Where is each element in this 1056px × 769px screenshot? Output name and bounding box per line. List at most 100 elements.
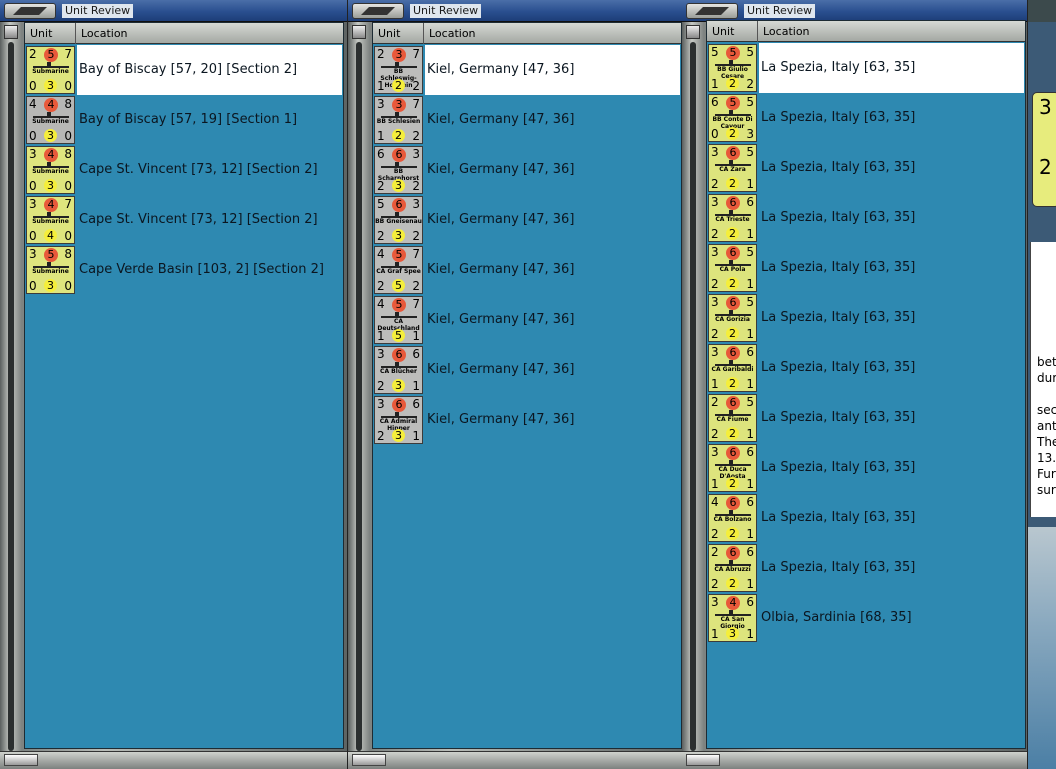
card-top-value: 3	[1039, 95, 1052, 119]
scroll-track[interactable]	[356, 42, 362, 751]
counter-top-right-value: 6	[746, 195, 754, 209]
counter-top-left-value: 4	[711, 495, 719, 509]
unit-row[interactable]: 2 6 5 CA Fiume 2 2 1 La Spezia, Italy [63, 35]	[707, 393, 1025, 443]
column-header-unit[interactable]: Unit	[707, 21, 758, 42]
resize-grip[interactable]	[352, 754, 386, 766]
attack-value-badge: 5	[392, 298, 406, 312]
window-titlebar[interactable]: Unit Review	[348, 0, 685, 22]
counter-bottom-left-value: 0	[29, 179, 37, 193]
unit-row[interactable]: 237BB Schleswig-Holstein122Kiel, Germany…	[373, 45, 681, 95]
counter-top-left-value: 3	[711, 195, 719, 209]
unit-row[interactable]: 3 6 6 CA Garibaldi 1 2 1 La Spezia, Italy [63, …	[707, 343, 1025, 393]
unit-counter[interactable]: 3 6 6 CA Blücher 2 3 1	[374, 346, 423, 394]
unit-counter[interactable]: 2 5 7 Submarine 0 3 0	[26, 46, 75, 94]
counter-bottom-right-value: 1	[746, 177, 754, 191]
unit-row[interactable]: 4 5 7 CA Graf Spee 2 5 2 Kiel, Germany [47, 36]	[373, 245, 681, 295]
unit-counter[interactable]: 2 6 6 CA Abruzzi 2 2 1	[708, 544, 757, 592]
column-header-location[interactable]: Location	[424, 23, 681, 44]
counter-top-right-value: 6	[412, 347, 420, 361]
unit-row[interactable]: 3 3 7 BB Schlesien 1 2 2 Kiel, Germany [47, 36]	[373, 95, 681, 145]
unit-row[interactable]: 2 6 6 CA Abruzzi 2 2 1 La Spezia, Italy [63, 35…	[707, 543, 1025, 593]
unit-counter[interactable]: 3 4 8 Submarine 0 3 0	[26, 146, 75, 194]
unit-counter[interactable]: 2 6 5 CA Fiume 2 2 1	[708, 394, 757, 442]
window-titlebar[interactable]: Unit Review	[0, 0, 347, 22]
unit-counter[interactable]: 237BB Schleswig-Holstein122	[374, 46, 423, 94]
unit-row[interactable]: 3 6 5 CA Zara 2 2 1 La Spezia, Italy [63, 35]	[707, 143, 1025, 193]
unit-counter[interactable]: 3 3 7 BB Schlesien 1 2 2	[374, 96, 423, 144]
window-titlebar[interactable]: Unit Review	[682, 0, 1027, 22]
unit-name: CA Pola	[719, 266, 746, 273]
column-header-location[interactable]: Location	[758, 21, 1025, 42]
unit-row[interactable]: 4 6 6 CA Bolzano 2 2 1 La Spezia, Italy [63, 35…	[707, 493, 1025, 543]
unit-counter[interactable]: 4 5 7 CA Graf Spee 2 5 2	[374, 246, 423, 294]
scroll-up-button[interactable]	[686, 25, 700, 39]
unit-row[interactable]: 3 4 7 Submarine 0 4 0 Cape St. Vincent [73, 12]…	[25, 195, 343, 245]
column-header-unit[interactable]: Unit	[25, 23, 76, 44]
unit-card[interactable]: 3 2	[1032, 92, 1056, 207]
unit-counter[interactable]: 3 5 8 Submarine 0 3 0	[26, 246, 75, 294]
unit-row[interactable]: 3 6 6 CA Blücher 2 3 1 Kiel, Germany [47, 36]	[373, 345, 681, 395]
window-menu-icon[interactable]	[352, 3, 404, 19]
unit-location: La Spezia, Italy [63, 35]	[761, 460, 916, 475]
unit-counter[interactable]: 3 6 5 CA Zara 2 2 1	[708, 144, 757, 192]
counter-bottom-left-value: 2	[711, 327, 719, 341]
unit-counter[interactable]: 457CA Deutschland151	[374, 296, 423, 344]
unit-row[interactable]: 663BB Scharnhorst232 Kiel, Germany [47, 3…	[373, 145, 681, 195]
scroll-up-button[interactable]	[352, 25, 366, 39]
column-header-unit[interactable]: Unit	[373, 23, 424, 44]
window-menu-icon[interactable]	[4, 3, 56, 19]
counter-bottom-left-value: 0	[711, 127, 719, 141]
scrollbar[interactable]	[682, 22, 704, 757]
column-header-location[interactable]: Location	[76, 23, 343, 44]
unit-counter[interactable]: 3 6 6 CA Garibaldi 1 2 1	[708, 344, 757, 392]
counter-bottom-left-value: 2	[377, 379, 385, 393]
counter-bottom-right-value: 2	[412, 79, 420, 93]
counter-bottom-right-value: 0	[64, 229, 72, 243]
unit-row[interactable]: 2 5 7 Submarine 0 3 0 Bay of Biscay [57, 20] [S…	[25, 45, 343, 95]
counter-top-left-value: 5	[711, 45, 719, 59]
defense-value-badge: 3	[392, 179, 405, 192]
unit-row[interactable]: 3 4 8 Submarine 0 3 0 Cape St. Vincent [73, 12]…	[25, 145, 343, 195]
unit-counter[interactable]: 3 6 5 CA Pola 2 2 1	[708, 244, 757, 292]
unit-row[interactable]: 366CA Duca D'Aosta121 La Spezia, Italy [6…	[707, 443, 1025, 493]
unit-counter[interactable]: 366CA Admiral Hipper231	[374, 396, 423, 444]
unit-row[interactable]: 346CA San Giorgio131 Olbia, Sardinia [68,…	[707, 593, 1025, 643]
unit-row[interactable]: 3 5 8 Submarine 0 3 0 Cape Verde Basin [103, 2]…	[25, 245, 343, 295]
unit-row[interactable]: 3 6 5 CA Gorizia 2 2 1 La Spezia, Italy [63, 35…	[707, 293, 1025, 343]
unit-counter[interactable]: 655BB Conte Di Cavour023	[708, 94, 757, 142]
unit-counter[interactable]: 3 6 6 CA Trieste 2 2 1	[708, 194, 757, 242]
counter-bottom-left-value: 1	[711, 627, 719, 641]
unit-counter[interactable]: 3 4 7 Submarine 0 4 0	[26, 196, 75, 244]
unit-counter[interactable]: 663BB Scharnhorst232	[374, 146, 423, 194]
unit-row[interactable]: 4 4 8 Submarine 0 3 0 Bay of Biscay [57, 19] [S…	[25, 95, 343, 145]
counter-bottom-right-value: 1	[746, 427, 754, 441]
unit-review-window-3: Unit Review Unit Location 555BB Giulio C…	[682, 0, 1028, 769]
scroll-up-button[interactable]	[4, 25, 18, 39]
unit-counter[interactable]: 4 4 8 Submarine 0 3 0	[26, 96, 75, 144]
scrollbar[interactable]	[348, 22, 370, 757]
unit-counter[interactable]: 5 6 3 BB Gneisenau 2 3 2	[374, 196, 423, 244]
unit-row[interactable]: 3 6 5 CA Pola 2 2 1 La Spezia, Italy [63, 35]	[707, 243, 1025, 293]
unit-name: CA Zara	[719, 166, 746, 173]
unit-row[interactable]: 457CA Deutschland151 Kiel, Germany [47, 3…	[373, 295, 681, 345]
counter-bottom-left-value: 0	[29, 279, 37, 293]
unit-row[interactable]: 655BB Conte Di Cavour023 La Spezia, Italy…	[707, 93, 1025, 143]
unit-row[interactable]: 3 6 6 CA Trieste 2 2 1 La Spezia, Italy [63, 35…	[707, 193, 1025, 243]
resize-grip[interactable]	[686, 754, 720, 766]
counter-top-left-value: 2	[377, 47, 385, 61]
unit-counter[interactable]: 366CA Duca D'Aosta121	[708, 444, 757, 492]
scrollbar[interactable]	[0, 22, 22, 757]
unit-counter[interactable]: 555BB Giulio Cesare122	[708, 44, 757, 92]
unit-row[interactable]: 5 6 3 BB Gneisenau 2 3 2 Kiel, Germany [47, 36]	[373, 195, 681, 245]
scroll-track[interactable]	[690, 42, 696, 751]
unit-counter[interactable]: 3 6 5 CA Gorizia 2 2 1	[708, 294, 757, 342]
unit-counter[interactable]: 346CA San Giorgio131	[708, 594, 757, 642]
unit-review-window-2: Unit Review Unit Location 237BB Schleswi…	[348, 0, 686, 769]
scroll-track[interactable]	[8, 42, 14, 751]
unit-counter[interactable]: 4 6 6 CA Bolzano 2 2 1	[708, 494, 757, 542]
window-menu-icon[interactable]	[686, 3, 738, 19]
map-thumbnail[interactable]	[1028, 527, 1056, 769]
resize-grip[interactable]	[4, 754, 38, 766]
unit-row[interactable]: 366CA Admiral Hipper231 Kiel, Germany [47…	[373, 395, 681, 445]
unit-row[interactable]: 555BB Giulio Cesare122La Spezia, Italy […	[707, 43, 1025, 93]
